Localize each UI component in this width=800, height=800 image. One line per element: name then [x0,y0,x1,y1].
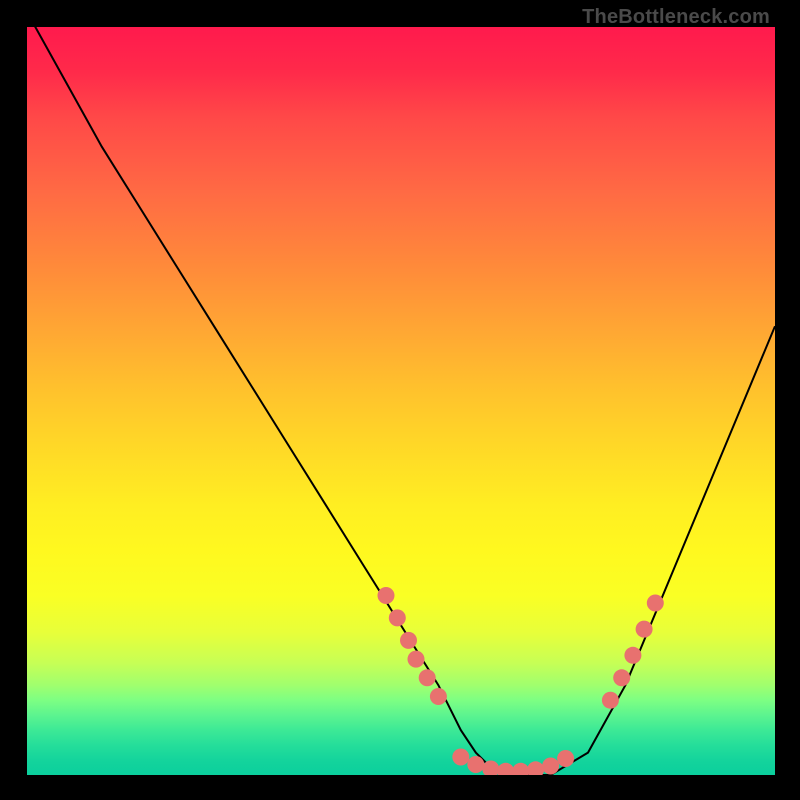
chart-frame: TheBottleneck.com [0,0,800,800]
data-marker [430,688,447,705]
data-marker [527,761,544,775]
chart-svg [27,27,775,775]
data-marker [467,756,484,773]
data-marker [602,692,619,709]
watermark-text: TheBottleneck.com [582,6,770,29]
marker-layer [378,587,664,775]
data-marker [624,647,641,664]
plot-area [27,27,775,775]
data-marker [497,763,514,775]
data-marker [542,758,559,775]
data-marker [636,621,653,638]
data-marker [512,763,529,775]
data-marker [647,595,664,612]
bottleneck-curve [27,27,775,775]
data-marker [613,669,630,686]
data-marker [400,632,417,649]
data-marker [389,609,406,626]
data-marker [452,749,469,766]
data-marker [419,669,436,686]
data-marker [557,750,574,767]
curve-layer [27,27,775,775]
data-marker [408,651,425,668]
data-marker [378,587,395,604]
